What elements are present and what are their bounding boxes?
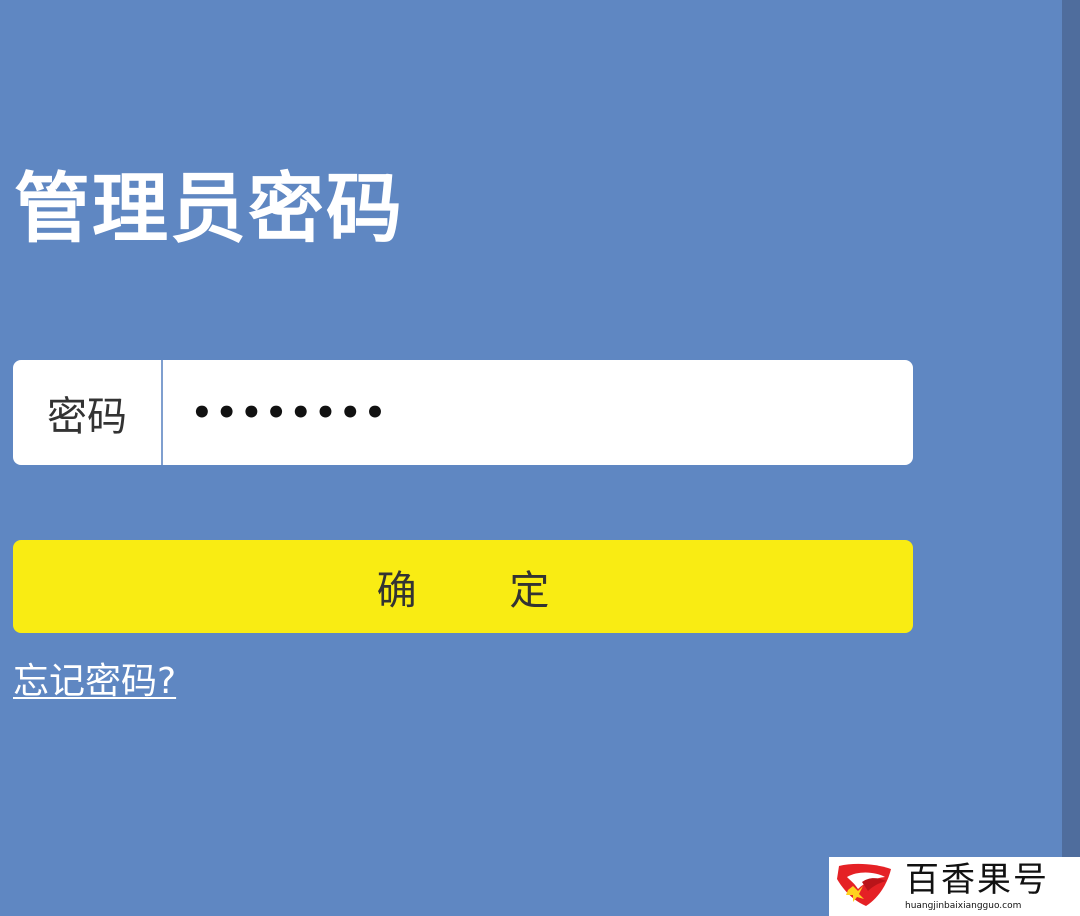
forgot-password-link[interactable]: 忘记密码? bbox=[13, 660, 176, 704]
confirm-button[interactable]: 确 定 bbox=[13, 540, 913, 633]
page-title: 管理员密码 bbox=[14, 164, 404, 253]
right-edge-strip bbox=[1062, 0, 1080, 916]
red-stylized-logo-icon bbox=[837, 863, 891, 906]
password-input[interactable] bbox=[163, 360, 913, 465]
watermark-url: huangjinbaixiangguo.com bbox=[905, 901, 1022, 911]
password-label: 密码 bbox=[13, 360, 163, 465]
password-field-row: 密码 bbox=[13, 360, 913, 465]
watermark: 百香果号 huangjinbaixiangguo.com bbox=[829, 857, 1080, 916]
watermark-name: 百香果号 bbox=[905, 860, 1049, 900]
